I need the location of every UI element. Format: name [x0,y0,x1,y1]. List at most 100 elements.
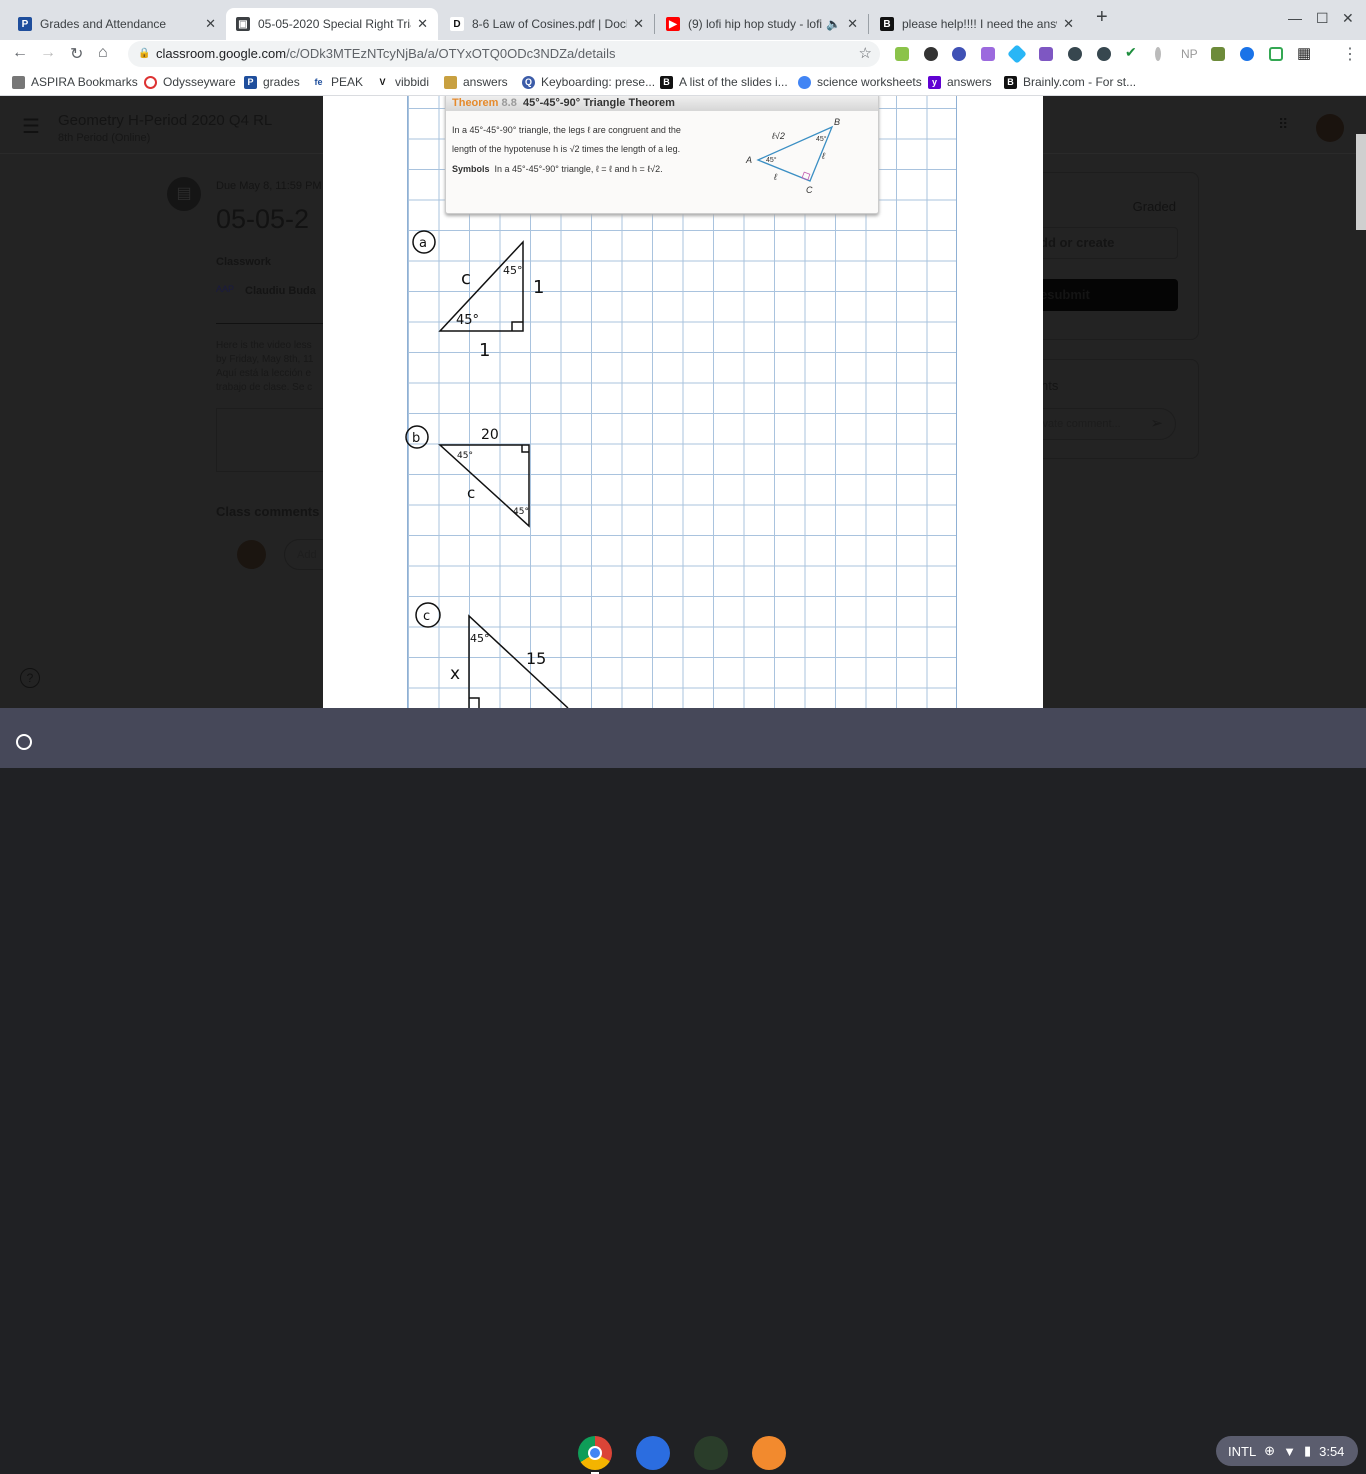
tab-brainly[interactable]: Bplease help!!!! I need the answers✕ [870,8,1084,40]
bookmark[interactable]: Vvibbidi [376,75,429,89]
close-icon[interactable]: ✕ [1063,16,1074,32]
tab-strip: P Grades and Attendance ✕ ▣ 05-05-2020 Spec… [0,0,1366,40]
svg-text:20: 20 [481,427,499,443]
bookmark[interactable]: fe PEAK [312,75,363,89]
extension-icon[interactable] [981,47,995,61]
svg-text:45°: 45° [457,451,473,461]
add-icon: ⊕ [1264,1443,1276,1458]
extension-icon[interactable] [1039,47,1053,61]
help-icon[interactable]: ? [20,668,40,688]
bookmark[interactable]: B Brainly.com - For st... [1004,75,1136,89]
bookmark[interactable]: Odysseyware [144,75,236,89]
share-app-icon[interactable] [752,1436,786,1470]
svg-text:15: 15 [526,649,546,668]
extension-icon[interactable] [924,47,938,61]
home-icon[interactable]: ⌂ [98,44,108,62]
extension-icon[interactable] [1240,47,1254,61]
svg-text:45°: 45° [503,264,523,277]
bookmark-folder[interactable]: ASPIRA Bookmarks [12,75,138,89]
grid-extension-icon[interactable]: ▦ [1297,44,1311,62]
extension-icon[interactable] [895,47,909,61]
menu-kebab-icon[interactable]: ⋮ [1342,44,1358,64]
forward-icon[interactable]: → [40,44,56,62]
bookmark[interactable]: y answers [928,75,992,89]
launcher-icon[interactable] [16,734,32,750]
tab-divider [868,14,869,34]
svg-text:45°: 45° [456,313,479,328]
dochub-icon: D [450,17,464,31]
pear-deck-app-icon[interactable] [694,1436,728,1470]
system-tray[interactable]: INTL ⊕ ▼ ▮ 3:54 [1216,1436,1358,1466]
class-title[interactable]: Geometry H-Period 2020 Q4 RL [58,112,272,129]
class-subtitle: 8th Period (Online) [58,132,151,144]
due-date: Due May 8, 11:59 PM [216,180,322,192]
assignment-title: 05-05-2 [216,204,310,234]
svg-text:45°: 45° [513,507,529,517]
lock-icon: 🔒 [138,48,151,59]
private-comments-heading: nts [1041,378,1059,393]
brainly-icon: B [880,17,894,31]
youtube-icon: ▶ [666,17,680,31]
vibbidi-icon: V [376,75,389,89]
close-icon[interactable]: ✕ [417,16,428,32]
np-extension-icon[interactable]: NP [1181,47,1198,61]
scrollbar[interactable] [1356,134,1366,230]
attachment-thumbnail[interactable] [216,408,323,472]
reload-icon[interactable]: ↻ [70,44,83,64]
triangle-c [468,614,569,708]
extension-icon[interactable] [1269,47,1283,61]
bookmark[interactable]: BA list of the slides i... [660,75,788,89]
account-avatar[interactable] [1316,114,1344,142]
tab-youtube[interactable]: ▶ (9) lofi hip hop study - lofi hi 🔈 ✕ [656,8,868,40]
extension-icon[interactable] [952,47,966,61]
chrome-app-icon[interactable] [578,1436,612,1470]
divider [216,323,326,324]
assignment-icon: ▤ [167,177,201,211]
tab-grades[interactable]: P Grades and Attendance ✕ [8,8,226,40]
right-angle-mark [511,321,523,331]
close-window-button[interactable]: ✕ [1342,10,1354,27]
bookmark[interactable]: Q Keyboarding: prese... [522,75,655,89]
svg-text:c: c [461,268,471,289]
send-icon[interactable]: ➢ [1150,414,1163,432]
wifi-icon: ▼ [1283,1443,1296,1459]
battery-icon: ▮ [1303,1443,1312,1458]
chromeos-shelf: INTL ⊕ ▼ ▮ 3:54 [0,708,1366,1474]
grade-status: Graded [1132,199,1176,214]
category: Classwork [216,256,272,268]
extension-icon[interactable] [1007,44,1027,64]
extension-icon[interactable] [1097,47,1111,61]
address-bar[interactable]: 🔒 classroom.google.com/c/ODk3MTEzNTcyNjBa… [128,41,880,67]
svg-text:45°: 45° [470,632,490,645]
menu-icon[interactable]: ☰ [22,114,40,139]
close-icon[interactable]: ✕ [633,16,644,32]
extension-icon[interactable] [1068,47,1082,61]
screencastify-app-icon[interactable] [636,1436,670,1470]
close-icon[interactable]: ✕ [205,16,216,32]
svg-text:c: c [423,609,430,624]
yahoo-answers-icon: y [928,75,941,89]
svg-text:1: 1 [533,277,544,298]
bookmark[interactable]: answers [444,75,508,89]
new-tab-button[interactable]: + [1096,6,1108,29]
powerschool-icon: P [18,17,32,31]
audio-icon[interactable]: 🔈 [826,17,841,31]
class-comments-heading: Class comments [216,504,320,519]
extension-icon[interactable] [1155,47,1161,61]
bookmark-star-icon[interactable]: ☆ [859,41,872,67]
back-icon[interactable]: ← [12,44,28,62]
apps-grid-icon[interactable]: ⠿ [1278,116,1288,133]
tab-dochub[interactable]: D8-6 Law of Cosines.pdf | DocHub✕ [440,8,654,40]
maximize-button[interactable]: ☐ [1316,10,1329,27]
check-icon[interactable]: ✔ [1125,44,1137,61]
extension-icon[interactable] [1211,47,1225,61]
tab-classroom[interactable]: ▣05-05-2020 Special Right Triang✕ [226,8,438,40]
bookmark[interactable]: Pgrades [244,75,300,89]
close-icon[interactable]: ✕ [847,16,858,32]
brainly-icon: B [1004,75,1017,89]
bookmark[interactable]: science worksheets [798,75,922,89]
folder-icon [12,75,25,89]
right-angle-mark [521,445,529,453]
quizizz-icon: Q [522,75,535,89]
minimize-button[interactable]: — [1288,10,1302,26]
